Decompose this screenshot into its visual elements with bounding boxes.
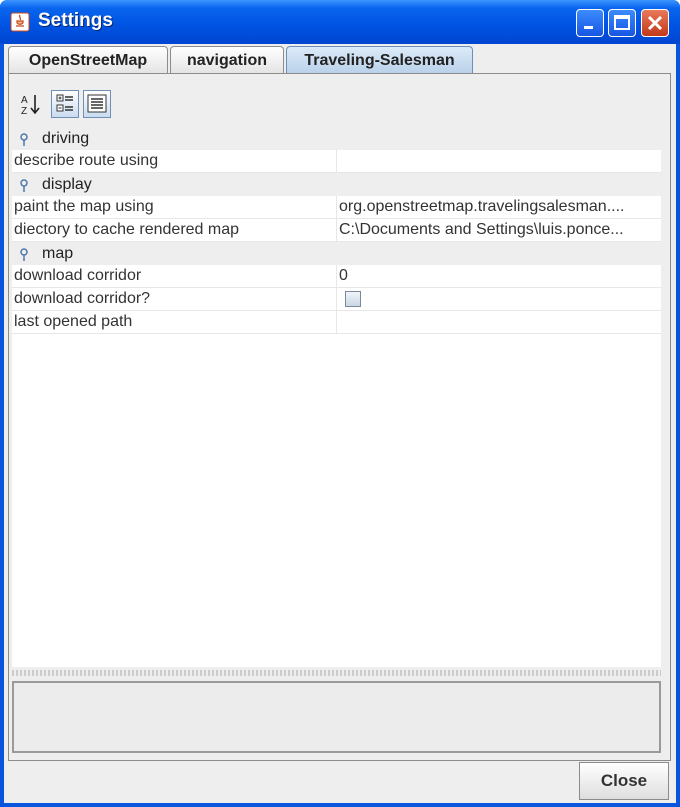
category-display[interactable]: display: [12, 173, 661, 196]
categorized-view-icon: [56, 94, 73, 112]
property-sheet: driving describe route using display pai…: [12, 127, 661, 667]
property-name: download corridor?: [14, 290, 151, 307]
maximize-button[interactable]: [608, 9, 636, 37]
property-value-cell: [336, 288, 661, 310]
property-value-field[interactable]: org.openstreetmap.travelingsalesman....: [336, 196, 661, 218]
minimize-button[interactable]: [576, 9, 604, 37]
categorized-view-button[interactable]: [51, 90, 79, 118]
description-view-icon: [87, 94, 107, 113]
category-map[interactable]: map: [12, 242, 661, 265]
category-name: driving: [42, 130, 90, 147]
property-row[interactable]: diectory to cache rendered map C:\Docume…: [12, 219, 661, 242]
property-name: download corridor: [14, 267, 142, 284]
property-name: last opened path: [14, 313, 133, 330]
tab-traveling-salesman[interactable]: Traveling-Salesman: [286, 46, 473, 74]
description-panel: [12, 681, 661, 753]
category-toggle-icon: [20, 179, 28, 192]
property-value-field[interactable]: [336, 150, 661, 172]
category-toggle-icon: [20, 133, 28, 146]
category-name: map: [42, 245, 74, 262]
close-button[interactable]: Close: [579, 762, 669, 800]
svg-text:Z: Z: [21, 106, 27, 117]
title-bar[interactable]: Settings: [0, 0, 680, 44]
close-icon: [647, 15, 663, 31]
property-value-field[interactable]: 0: [336, 265, 661, 287]
property-name: diectory to cache rendered map: [14, 221, 240, 238]
property-name: paint the map using: [14, 198, 154, 215]
settings-window: Settings OpenStreetMap navigation Travel…: [0, 0, 680, 807]
property-row[interactable]: describe route using: [12, 150, 661, 173]
property-name: describe route using: [14, 152, 159, 169]
property-value-field[interactable]: [336, 311, 661, 333]
property-row[interactable]: last opened path: [12, 311, 661, 334]
download-corridor-checkbox[interactable]: [345, 291, 361, 307]
property-value-field[interactable]: C:\Documents and Settings\luis.ponce...: [336, 219, 661, 241]
sort-button[interactable]: A Z: [17, 90, 45, 118]
java-app-icon: [10, 12, 30, 32]
maximize-icon: [614, 15, 630, 30]
dialog-body: OpenStreetMap navigation Traveling-Sales…: [4, 44, 676, 803]
category-driving[interactable]: driving: [12, 127, 661, 150]
tab-openstreetmap[interactable]: OpenStreetMap: [8, 46, 168, 73]
category-toggle-icon: [20, 248, 28, 261]
minimize-icon: [584, 26, 593, 29]
tab-strip: OpenStreetMap navigation Traveling-Sales…: [4, 44, 676, 74]
category-name: display: [42, 176, 92, 193]
sort-alphabetical-icon: A Z: [21, 95, 40, 117]
property-row[interactable]: paint the map using org.openstreetmap.tr…: [12, 196, 661, 219]
window-title: Settings: [38, 10, 113, 31]
property-row[interactable]: download corridor 0: [12, 265, 661, 288]
tab-navigation[interactable]: navigation: [170, 46, 284, 73]
split-pane-divider[interactable]: [12, 670, 661, 676]
description-toggle-button[interactable]: [83, 90, 111, 118]
tab-content-panel: A Z driving describe route using display…: [8, 73, 671, 761]
close-window-button[interactable]: [641, 9, 669, 37]
property-row[interactable]: download corridor?: [12, 288, 661, 311]
svg-text:A: A: [21, 95, 28, 106]
